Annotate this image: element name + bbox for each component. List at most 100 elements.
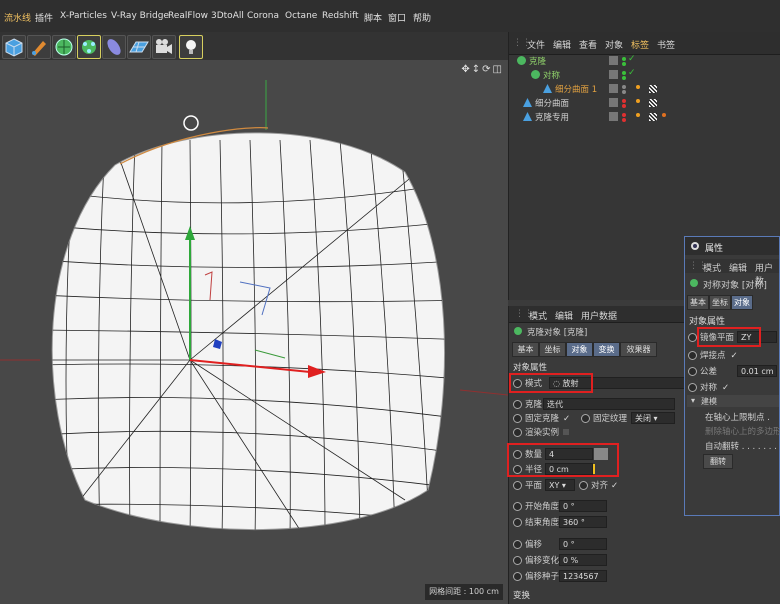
modeling-group[interactable]: ▾ 建模 — [687, 395, 779, 407]
attr-menu-userdata[interactable]: 用户数据 — [581, 309, 617, 322]
delete-polygons-option[interactable]: 删除轴心上的多边形 — [705, 425, 780, 439]
anim-radio[interactable] — [513, 400, 522, 409]
enabled-check-icon[interactable]: ✓ — [628, 68, 636, 78]
menu-item-script[interactable]: 脚本 — [364, 11, 382, 24]
visibility-dot[interactable] — [622, 71, 626, 75]
start-angle-input[interactable]: 0 ° — [559, 500, 607, 512]
layer-icon[interactable] — [609, 112, 618, 121]
render-dot[interactable] — [622, 118, 626, 122]
offset-variation-input[interactable]: 0 % — [559, 554, 607, 566]
anim-radio[interactable] — [688, 367, 697, 376]
menu-item-octane[interactable]: Octane — [285, 11, 317, 21]
tab-object[interactable]: 对象 — [566, 342, 593, 357]
flip-button[interactable]: 翻转 — [703, 454, 733, 469]
tag-icon[interactable] — [636, 85, 640, 89]
floor-icon[interactable] — [127, 35, 151, 59]
float-menu-mode[interactable]: 模式 — [703, 261, 721, 274]
render-dot[interactable] — [622, 76, 626, 80]
material-tag-icon[interactable] — [662, 113, 666, 117]
float-tab-object[interactable]: 对象 — [731, 295, 753, 310]
om-menu-view[interactable]: 查看 — [579, 38, 597, 51]
menu-item-help[interactable]: 帮助 — [413, 11, 431, 24]
enabled-check-icon[interactable]: ✓ — [628, 54, 636, 64]
visibility-dot[interactable] — [622, 57, 626, 61]
layer-icon[interactable] — [609, 56, 618, 65]
anim-radio[interactable] — [513, 502, 522, 511]
tab-transform[interactable]: 变换 — [593, 342, 620, 357]
menu-item-x-particles[interactable]: X-Particles — [60, 11, 107, 21]
auto-flip-option[interactable]: 自动翻转 . . . . . . . — [705, 440, 777, 454]
anim-radio[interactable] — [513, 481, 522, 490]
om-menu-object[interactable]: 对象 — [605, 38, 623, 51]
anim-radio[interactable] — [513, 572, 522, 581]
light-icon[interactable] — [179, 35, 203, 59]
clone-dropdown[interactable]: 迭代 — [543, 398, 675, 410]
tab-coord[interactable]: 坐标 — [539, 342, 566, 357]
menu-item-3dtoall[interactable]: 3DtoAll — [211, 11, 244, 21]
plane-dropdown[interactable]: XY ▾ — [545, 479, 575, 491]
fixed-clone-checkbox[interactable]: ✓ — [563, 414, 570, 424]
texture-tag-icon[interactable] — [649, 113, 657, 121]
tab-effectors[interactable]: 效果器 — [620, 342, 657, 357]
anim-radio[interactable] — [513, 518, 522, 527]
om-menu-tag[interactable]: 标签 — [631, 38, 649, 51]
float-menu-edit[interactable]: 编辑 — [729, 261, 747, 274]
tag-icon[interactable] — [636, 99, 640, 103]
object-row-symmetry[interactable]: 对称 ✓ — [509, 68, 780, 82]
layer-icon[interactable] — [609, 98, 618, 107]
object-row-subdivision-1[interactable]: 细分曲面 1 — [509, 82, 780, 96]
symmetry-checkbox[interactable]: ✓ — [722, 383, 729, 393]
anim-radio[interactable] — [688, 333, 697, 342]
offset-input[interactable]: 0 ° — [559, 538, 607, 550]
menu-item-window[interactable]: 窗口 — [388, 11, 406, 24]
pen-icon[interactable] — [27, 35, 51, 59]
visibility-dot[interactable] — [622, 85, 626, 89]
deformer-icon[interactable] — [102, 35, 126, 59]
anim-radio[interactable] — [688, 351, 697, 360]
subdivision-icon[interactable] — [52, 35, 76, 59]
anim-radio[interactable] — [579, 481, 588, 490]
anim-radio[interactable] — [581, 414, 590, 423]
menu-item-plugins[interactable]: 插件 — [35, 11, 53, 24]
menu-item-corona[interactable]: Corona — [247, 11, 279, 21]
attr-menu-edit[interactable]: 编辑 — [555, 309, 573, 322]
tab-basic[interactable]: 基本 — [512, 342, 539, 357]
float-tab-basic[interactable]: 基本 — [687, 295, 709, 310]
render-dot[interactable] — [622, 104, 626, 108]
anim-radio[interactable] — [688, 383, 697, 392]
tag-icon[interactable] — [636, 113, 640, 117]
render-instances-checkbox[interactable] — [563, 429, 570, 435]
float-tab-coord[interactable]: 坐标 — [709, 295, 731, 310]
fixed-texture-dropdown[interactable]: 关闭 ▾ — [631, 412, 675, 424]
menu-item-vray-bridge[interactable]: V-Ray Bridge — [111, 11, 169, 21]
layer-icon[interactable] — [609, 70, 618, 79]
object-row-subdivision[interactable]: 细分曲面 — [509, 96, 780, 110]
object-row-clone-special[interactable]: 克隆专用 — [509, 110, 780, 124]
visibility-dot[interactable] — [622, 99, 626, 103]
object-row-cloner[interactable]: 克隆 ✓ — [509, 54, 780, 68]
anim-radio[interactable] — [513, 540, 522, 549]
om-menu-file[interactable]: 文件 — [527, 38, 545, 51]
visibility-dot[interactable] — [622, 113, 626, 117]
limit-points-option[interactable]: 在轴心上限制点 . — [705, 411, 770, 425]
window-titlebar[interactable]: 属性 — [685, 237, 779, 255]
align-checkbox[interactable]: ✓ — [611, 481, 618, 491]
transform-section[interactable]: 变换 — [513, 589, 530, 603]
menu-item-pipeline[interactable]: 流水线 — [4, 11, 31, 24]
3d-viewport[interactable]: ✥↕⟳◫ 网格间距: 100 cm — [0, 60, 508, 604]
om-menu-edit[interactable]: 编辑 — [553, 38, 571, 51]
camera-icon[interactable] — [152, 35, 176, 59]
anim-radio[interactable] — [513, 556, 522, 565]
offset-seed-input[interactable]: 1234567 — [559, 570, 607, 582]
anim-radio[interactable] — [513, 428, 522, 437]
menu-item-realflow[interactable]: RealFlow — [168, 11, 208, 21]
attr-menu-mode[interactable]: 模式 — [529, 309, 547, 322]
weld-checkbox[interactable]: ✓ — [731, 351, 738, 361]
menu-item-redshift[interactable]: Redshift — [322, 11, 359, 21]
render-dot[interactable] — [622, 90, 626, 94]
layer-icon[interactable] — [609, 84, 618, 93]
anim-radio[interactable] — [513, 414, 522, 423]
texture-tag-icon[interactable] — [649, 99, 657, 107]
cube-icon[interactable] — [2, 35, 26, 59]
tolerance-input[interactable]: 0.01 cm — [737, 365, 777, 377]
